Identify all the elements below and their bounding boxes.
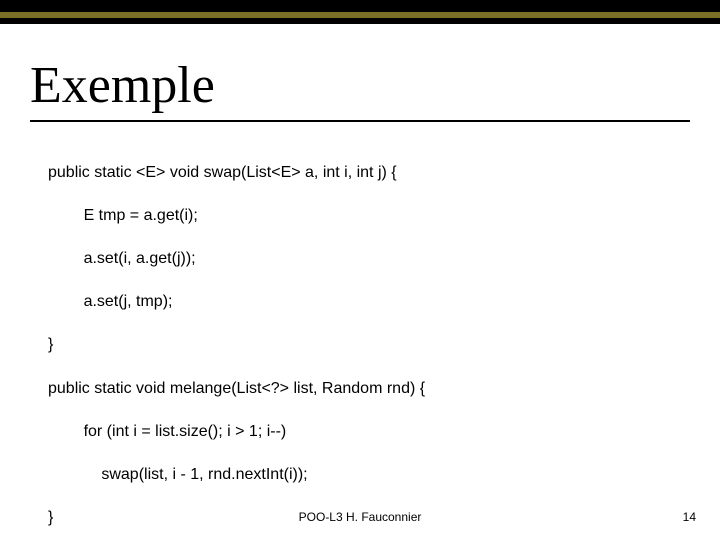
code-line: public static void melange(List<?> list,… xyxy=(48,378,425,400)
bar-black-bottom xyxy=(0,18,720,24)
code-block: public static <E> void swap(List<E> a, i… xyxy=(48,140,425,550)
bar-black-top xyxy=(0,0,720,12)
code-line: for (int i = list.size(); i > 1; i--) xyxy=(48,421,425,443)
code-line: a.set(j, tmp); xyxy=(48,291,425,313)
page-number: 14 xyxy=(683,510,696,524)
code-line: a.set(i, a.get(j)); xyxy=(48,248,425,270)
slide-title: Exemple xyxy=(30,56,215,115)
code-line: public static <E> void swap(List<E> a, i… xyxy=(48,162,425,184)
code-line: } xyxy=(48,334,425,356)
code-line: swap(list, i - 1, rnd.nextInt(i)); xyxy=(48,464,425,486)
footer-text: POO-L3 H. Fauconnier xyxy=(0,510,720,524)
code-line: E tmp = a.get(i); xyxy=(48,205,425,227)
title-underline xyxy=(30,120,690,122)
top-decorative-bars xyxy=(0,0,720,24)
